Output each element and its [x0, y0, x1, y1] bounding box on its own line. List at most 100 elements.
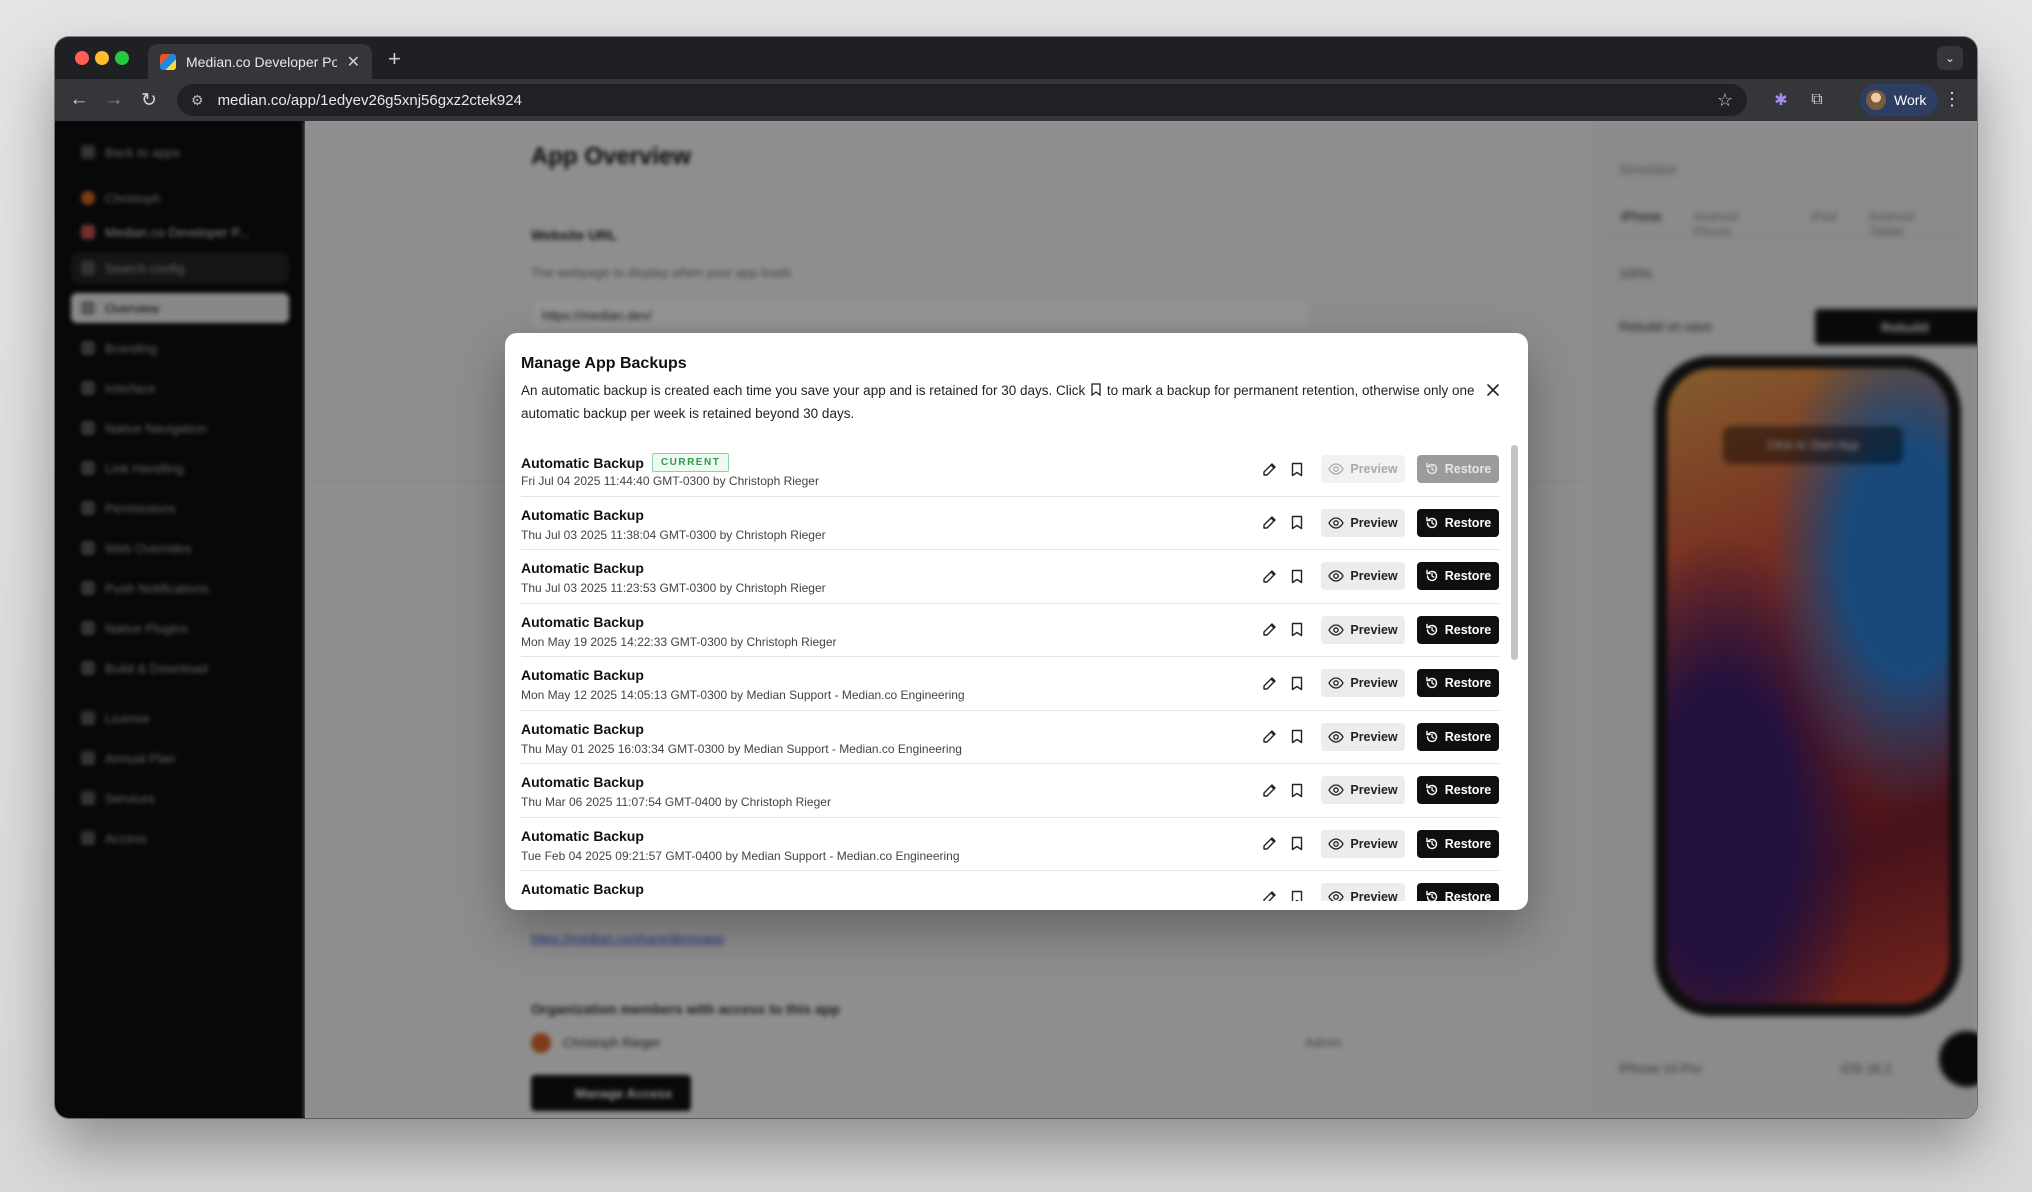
- reload-icon[interactable]: ↻: [137, 88, 161, 112]
- edit-pencil-icon[interactable]: [1255, 562, 1283, 590]
- edit-pencil-icon[interactable]: [1255, 883, 1283, 901]
- restore-button[interactable]: Restore: [1417, 829, 1499, 858]
- bookmark-icon[interactable]: [1283, 455, 1311, 483]
- bookmark-icon[interactable]: [1283, 669, 1311, 697]
- backup-name-wrap: Automatic Backup: [521, 828, 644, 844]
- restore-button[interactable]: Restore: [1417, 455, 1499, 483]
- backup-actions: Preview Restore: [1255, 722, 1499, 751]
- restore-button[interactable]: Restore: [1417, 562, 1499, 590]
- edit-pencil-icon[interactable]: [1255, 616, 1283, 644]
- extension-icon[interactable]: ✱: [1769, 88, 1793, 112]
- eye-icon: [1328, 730, 1345, 743]
- restore-history-icon: [1425, 676, 1439, 690]
- backup-name-wrap: Automatic Backup: [521, 881, 644, 897]
- backup-meta: Thu Jul 03 2025 11:23:53 GMT-0300 by Chr…: [521, 581, 826, 595]
- address-bar[interactable]: ⚙ median.co/app/1edyev26g5xnj56gxz2ctek9…: [177, 84, 1747, 116]
- eye-icon: [1328, 891, 1345, 901]
- bookmark-icon[interactable]: [1283, 562, 1311, 590]
- backup-actions: Preview Restore: [1255, 829, 1499, 858]
- extensions-puzzle-icon[interactable]: ⧉: [1805, 88, 1829, 112]
- preview-label: Preview: [1350, 836, 1398, 851]
- tab-strip: Median.co Developer Portal - ✕ + ⌄: [55, 37, 1977, 79]
- backup-actions: Preview Restore: [1255, 615, 1499, 644]
- edit-pencil-icon[interactable]: [1255, 455, 1283, 483]
- avatar: [1866, 90, 1886, 110]
- edit-pencil-icon[interactable]: [1255, 669, 1283, 697]
- preview-label: Preview: [1350, 890, 1398, 901]
- backup-name-wrap: Automatic Backup: [521, 507, 644, 523]
- backup-row: Automatic Backup Tue Feb 04 2025 09:21:57…: [521, 818, 1499, 871]
- restore-button[interactable]: Restore: [1417, 722, 1499, 751]
- edit-pencil-icon[interactable]: [1255, 830, 1283, 858]
- browser-tab[interactable]: Median.co Developer Portal - ✕: [148, 44, 372, 79]
- restore-label: Restore: [1444, 890, 1492, 901]
- bookmark-icon: [1091, 383, 1101, 396]
- backup-list: Automatic Backup CURRENT Fri Jul 04 2025 1…: [521, 443, 1499, 901]
- backup-meta: Mon May 19 2025 14:22:33 GMT-0300 by Chr…: [521, 634, 837, 649]
- backup-meta: Fri Jul 04 2025 11:44:40 GMT-0300 by Chr…: [521, 474, 819, 488]
- preview-button[interactable]: Preview: [1321, 776, 1405, 804]
- median-favicon-icon: [160, 53, 176, 70]
- preview-button[interactable]: Preview: [1321, 883, 1405, 901]
- restore-history-icon: [1425, 837, 1439, 851]
- manage-backups-modal: Manage App Backups An automatic backup i…: [505, 333, 1528, 910]
- backup-row: Automatic Backup Thu Mar 06 2025 11:07:54…: [521, 764, 1499, 818]
- tab-search-icon[interactable]: ⌄: [1937, 46, 1963, 70]
- bookmark-icon[interactable]: [1283, 883, 1311, 901]
- preview-label: Preview: [1350, 515, 1398, 530]
- restore-button[interactable]: Restore: [1417, 669, 1499, 697]
- maximize-window-icon[interactable]: [115, 51, 129, 65]
- preview-button[interactable]: Preview: [1321, 669, 1405, 697]
- backup-row: Automatic Backup Thu Jul 03 2025 11:23:53…: [521, 550, 1499, 604]
- close-window-icon[interactable]: [75, 51, 89, 65]
- back-icon[interactable]: ←: [67, 88, 91, 112]
- preview-button[interactable]: Preview: [1321, 829, 1405, 858]
- backup-actions: Preview Restore: [1255, 669, 1499, 697]
- bookmark-icon[interactable]: [1283, 616, 1311, 644]
- restore-button[interactable]: Restore: [1417, 883, 1499, 901]
- close-modal-button[interactable]: [1482, 379, 1504, 401]
- backup-list-scrollbar[interactable]: [1511, 445, 1518, 660]
- restore-label: Restore: [1444, 462, 1492, 476]
- preview-label: Preview: [1350, 676, 1398, 690]
- backup-actions: Preview Restore: [1255, 883, 1499, 901]
- forward-icon[interactable]: →: [102, 88, 126, 112]
- edit-pencil-icon[interactable]: [1255, 776, 1283, 804]
- restore-label: Restore: [1444, 515, 1492, 530]
- preview-label: Preview: [1350, 462, 1398, 476]
- close-tab-icon[interactable]: ✕: [347, 52, 360, 72]
- tab-title: Median.co Developer Portal -: [186, 53, 337, 70]
- backup-name-wrap: Automatic Backup: [521, 667, 644, 683]
- restore-button[interactable]: Restore: [1417, 508, 1499, 537]
- bookmark-icon[interactable]: [1283, 830, 1311, 858]
- browser-menu-icon[interactable]: ⋮: [1943, 89, 1961, 110]
- preview-button[interactable]: Preview: [1321, 455, 1405, 483]
- site-info-icon[interactable]: ⚙: [191, 92, 204, 109]
- restore-history-icon: [1425, 890, 1439, 901]
- restore-label: Restore: [1444, 729, 1492, 744]
- preview-button[interactable]: Preview: [1321, 562, 1405, 590]
- backup-meta: Thu Jul 03 2025 11:38:04 GMT-0300 by Chr…: [521, 527, 826, 542]
- preview-button[interactable]: Preview: [1321, 508, 1405, 537]
- restore-history-icon: [1425, 730, 1439, 744]
- backup-meta: Thu Mar 06 2025 11:07:54 GMT-0400 by Chr…: [521, 795, 831, 809]
- preview-label: Preview: [1350, 729, 1398, 744]
- minimize-window-icon[interactable]: [95, 51, 109, 65]
- restore-button[interactable]: Restore: [1417, 776, 1499, 804]
- eye-icon: [1328, 516, 1345, 529]
- edit-pencil-icon[interactable]: [1255, 509, 1283, 537]
- bookmark-icon[interactable]: [1283, 723, 1311, 751]
- restore-button[interactable]: Restore: [1417, 615, 1499, 644]
- profile-button[interactable]: Work: [1860, 84, 1939, 116]
- new-tab-icon[interactable]: +: [388, 46, 401, 72]
- preview-button[interactable]: Preview: [1321, 722, 1405, 751]
- bookmark-star-icon[interactable]: ☆: [1717, 90, 1733, 111]
- browser-toolbar: ← → ↻ ⚙ median.co/app/1edyev26g5xnj56gxz…: [55, 79, 1977, 121]
- bookmark-icon[interactable]: [1283, 509, 1311, 537]
- restore-label: Restore: [1444, 676, 1492, 690]
- bookmark-icon[interactable]: [1283, 776, 1311, 804]
- edit-pencil-icon[interactable]: [1255, 723, 1283, 751]
- preview-button[interactable]: Preview: [1321, 615, 1405, 644]
- restore-history-icon: [1425, 462, 1439, 476]
- backup-meta: Tue Feb 04 2025 09:21:57 GMT-0400 by Med…: [521, 848, 960, 863]
